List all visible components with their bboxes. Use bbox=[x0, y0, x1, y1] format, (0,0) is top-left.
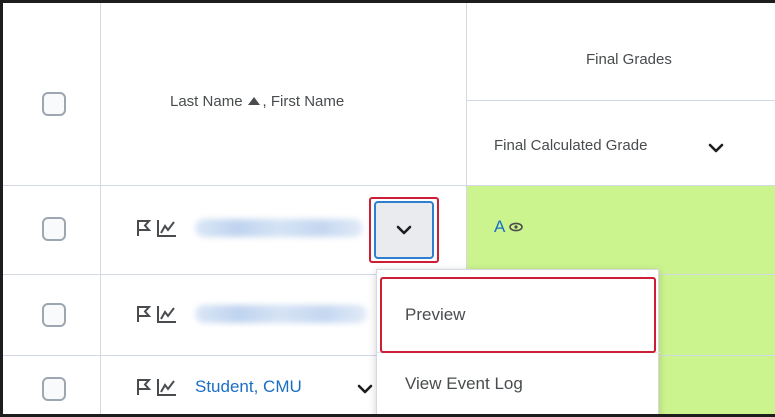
student-name-redacted[interactable] bbox=[195, 219, 363, 237]
sort-ascending-icon bbox=[247, 97, 260, 105]
grade-statistics-icon[interactable] bbox=[156, 218, 178, 238]
header-subdivider bbox=[467, 100, 775, 101]
grades-table: Last Name , First Name Final Grades Final… bbox=[0, 0, 775, 417]
grade-statistics-icon[interactable] bbox=[156, 377, 178, 397]
row-icons bbox=[136, 218, 178, 238]
student-name-redacted[interactable] bbox=[195, 305, 367, 323]
context-button-highlight bbox=[369, 197, 439, 263]
final-grade-value[interactable]: A bbox=[494, 217, 523, 237]
row-icons bbox=[136, 304, 178, 324]
chevron-down-icon[interactable] bbox=[357, 383, 373, 395]
menu-item-view-event-log[interactable]: View Event Log bbox=[405, 374, 523, 394]
row-checkbox[interactable] bbox=[42, 303, 66, 327]
grade-statistics-icon[interactable] bbox=[156, 304, 178, 324]
last-name-sort-label[interactable]: Last Name bbox=[170, 93, 243, 110]
final-calculated-grade-header[interactable]: Final Calculated Grade bbox=[494, 137, 647, 154]
student-name-link[interactable]: Student, CMU bbox=[195, 377, 302, 397]
flag-icon[interactable] bbox=[136, 377, 152, 397]
row-icons bbox=[136, 377, 178, 397]
flag-icon[interactable] bbox=[136, 218, 152, 238]
chevron-down-icon[interactable] bbox=[708, 142, 724, 154]
first-name-sort-label[interactable]: , First Name bbox=[263, 93, 345, 110]
header-bottom bbox=[3, 185, 775, 186]
flag-icon[interactable] bbox=[136, 304, 152, 324]
preview-item-highlight bbox=[380, 277, 656, 353]
row-checkbox[interactable] bbox=[42, 217, 66, 241]
name-column-header[interactable]: Last Name , First Name bbox=[170, 93, 344, 110]
final-grades-group-header: Final Grades bbox=[586, 51, 672, 68]
eye-icon bbox=[509, 222, 523, 232]
row-checkbox[interactable] bbox=[42, 377, 66, 401]
select-all-checkbox[interactable] bbox=[42, 92, 66, 116]
final-grade-letter[interactable]: A bbox=[494, 217, 504, 236]
